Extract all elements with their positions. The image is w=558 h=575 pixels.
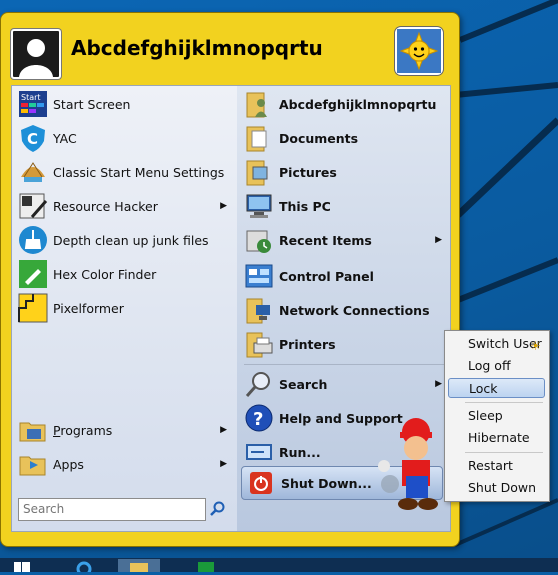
store-icon[interactable] bbox=[194, 559, 218, 572]
left-item-depth-clean-up[interactable]: Depth clean up junk files bbox=[18, 224, 233, 256]
right-item-search[interactable]: Search ▶ bbox=[244, 368, 448, 400]
pictures-folder-icon bbox=[244, 157, 274, 187]
user-picture-sun-icon[interactable] bbox=[395, 27, 443, 75]
pixelformer-icon bbox=[18, 293, 48, 323]
start-menu-body: Start Start Screen C YAC Classic Start M… bbox=[11, 85, 451, 532]
search-icon[interactable] bbox=[210, 501, 226, 517]
separator bbox=[244, 364, 444, 365]
eyedropper-icon bbox=[18, 259, 48, 289]
internet-explorer-icon[interactable] bbox=[72, 559, 96, 572]
left-item-resource-hacker[interactable]: Resource Hacker ▶ bbox=[18, 190, 233, 222]
start-menu: Abcdefghijklmnopqrtu Start Start Screen bbox=[0, 12, 460, 547]
left-item-label: Hex Color Finder bbox=[53, 266, 157, 282]
control-panel-icon bbox=[244, 261, 274, 291]
recent-items-icon bbox=[244, 225, 274, 255]
left-item-classic-start-menu-settings[interactable]: Classic Start Menu Settings bbox=[18, 156, 233, 188]
right-item-label: Network Connections bbox=[279, 302, 430, 318]
yac-shield-icon: C bbox=[18, 123, 48, 153]
right-item-documents[interactable]: Documents bbox=[244, 122, 448, 154]
resource-hacker-icon bbox=[18, 191, 48, 221]
right-item-this-pc[interactable]: This PC bbox=[244, 190, 448, 222]
svg-text:?: ? bbox=[253, 409, 263, 430]
right-item-label: Printers bbox=[279, 336, 336, 352]
right-item-label: Documents bbox=[279, 130, 359, 146]
log-off-menu-item[interactable]: Log off bbox=[448, 356, 545, 376]
user-name: Abcdefghijklmnopqrtu bbox=[71, 36, 323, 60]
left-item-hex-color-finder[interactable]: Hex Color Finder bbox=[18, 258, 233, 290]
right-item-label: Pictures bbox=[279, 164, 337, 180]
lock-menu-item[interactable]: Lock bbox=[448, 378, 545, 398]
user-folder-icon bbox=[244, 89, 274, 119]
shell-icon bbox=[18, 157, 48, 187]
network-icon bbox=[244, 295, 274, 325]
left-item-label: Depth clean up junk files bbox=[53, 232, 209, 248]
submenu-arrow-icon: ▶ bbox=[220, 425, 227, 435]
folder-icon bbox=[130, 563, 148, 572]
start-screen-icon: Start bbox=[18, 89, 48, 119]
right-item-network-connections[interactable]: Network Connections bbox=[244, 294, 448, 326]
computer-icon bbox=[244, 191, 274, 221]
right-item-label: Abcdefghijklmnopqrtu bbox=[279, 96, 437, 112]
explorer-taskbar-button[interactable] bbox=[118, 559, 160, 572]
power-icon bbox=[246, 468, 276, 498]
right-item-printers[interactable]: Printers bbox=[244, 328, 448, 360]
shut-down-menu-item[interactable]: Shut Down bbox=[448, 478, 545, 498]
left-item-label: Pixelformer bbox=[53, 300, 124, 316]
svg-text:C: C bbox=[27, 130, 38, 148]
submenu-arrow-icon: ▶ bbox=[435, 379, 442, 389]
search-input[interactable] bbox=[19, 499, 207, 518]
right-item-label: Recent Items bbox=[279, 232, 372, 248]
left-item-programs[interactable]: Programs ▶ bbox=[18, 414, 233, 446]
right-item-recent-items[interactable]: Recent Items ▶ bbox=[244, 224, 448, 256]
windows-start-icon[interactable] bbox=[10, 559, 34, 572]
submenu-arrow-icon: ▶ bbox=[220, 201, 227, 211]
submenu-arrow-icon: ▶ bbox=[435, 235, 442, 245]
left-item-pixelformer[interactable]: Pixelformer bbox=[18, 292, 233, 324]
left-item-label: Resource Hacker bbox=[53, 198, 158, 214]
right-item-label: Run... bbox=[279, 444, 321, 460]
restart-menu-item[interactable]: Restart bbox=[448, 456, 545, 476]
avatar[interactable] bbox=[11, 29, 61, 79]
left-item-start-screen[interactable]: Start Start Screen bbox=[18, 88, 233, 120]
shutdown-label: Shut Down... bbox=[281, 475, 372, 491]
right-item-user-folder[interactable]: Abcdefghijklmnopqrtu bbox=[244, 88, 448, 120]
start-menu-header: Abcdefghijklmnopqrtu bbox=[11, 23, 449, 79]
taskbar bbox=[0, 558, 558, 572]
search-box[interactable] bbox=[18, 498, 207, 521]
documents-folder-icon bbox=[244, 123, 274, 153]
sleep-menu-item[interactable]: Sleep bbox=[448, 406, 545, 426]
programs-folder-icon bbox=[18, 415, 48, 445]
switch-user-menu-item[interactable]: Switch User ☀ bbox=[448, 334, 545, 354]
left-item-label: YAC bbox=[53, 130, 77, 146]
programs-label: Programs bbox=[53, 422, 113, 438]
left-item-yac[interactable]: C YAC bbox=[18, 122, 233, 154]
separator bbox=[465, 452, 543, 453]
apps-label: Apps bbox=[53, 456, 84, 472]
broom-icon bbox=[18, 225, 48, 255]
hibernate-menu-item[interactable]: Hibernate bbox=[448, 428, 545, 448]
printer-icon bbox=[244, 329, 274, 359]
left-item-label: Classic Start Menu Settings bbox=[53, 164, 225, 180]
apps-icon bbox=[18, 449, 48, 479]
sun-icon: ☀ bbox=[530, 339, 541, 353]
magnifier-icon bbox=[244, 369, 274, 399]
right-item-control-panel[interactable]: Control Panel bbox=[244, 260, 448, 292]
left-item-label: Start Screen bbox=[53, 96, 131, 112]
right-item-label: Search bbox=[279, 376, 328, 392]
right-item-label: Control Panel bbox=[279, 268, 374, 284]
svg-text:Start: Start bbox=[21, 93, 41, 102]
help-icon: ? bbox=[244, 403, 274, 433]
mascot-character-icon bbox=[378, 418, 438, 510]
submenu-arrow-icon: ▶ bbox=[220, 459, 227, 469]
right-item-label: This PC bbox=[279, 198, 331, 214]
right-item-pictures[interactable]: Pictures bbox=[244, 156, 448, 188]
shutdown-submenu: Switch User ☀ Log off Lock Sleep Hiberna… bbox=[444, 330, 550, 502]
left-item-apps[interactable]: Apps ▶ bbox=[18, 448, 233, 480]
run-icon bbox=[244, 437, 274, 467]
separator bbox=[465, 402, 543, 403]
